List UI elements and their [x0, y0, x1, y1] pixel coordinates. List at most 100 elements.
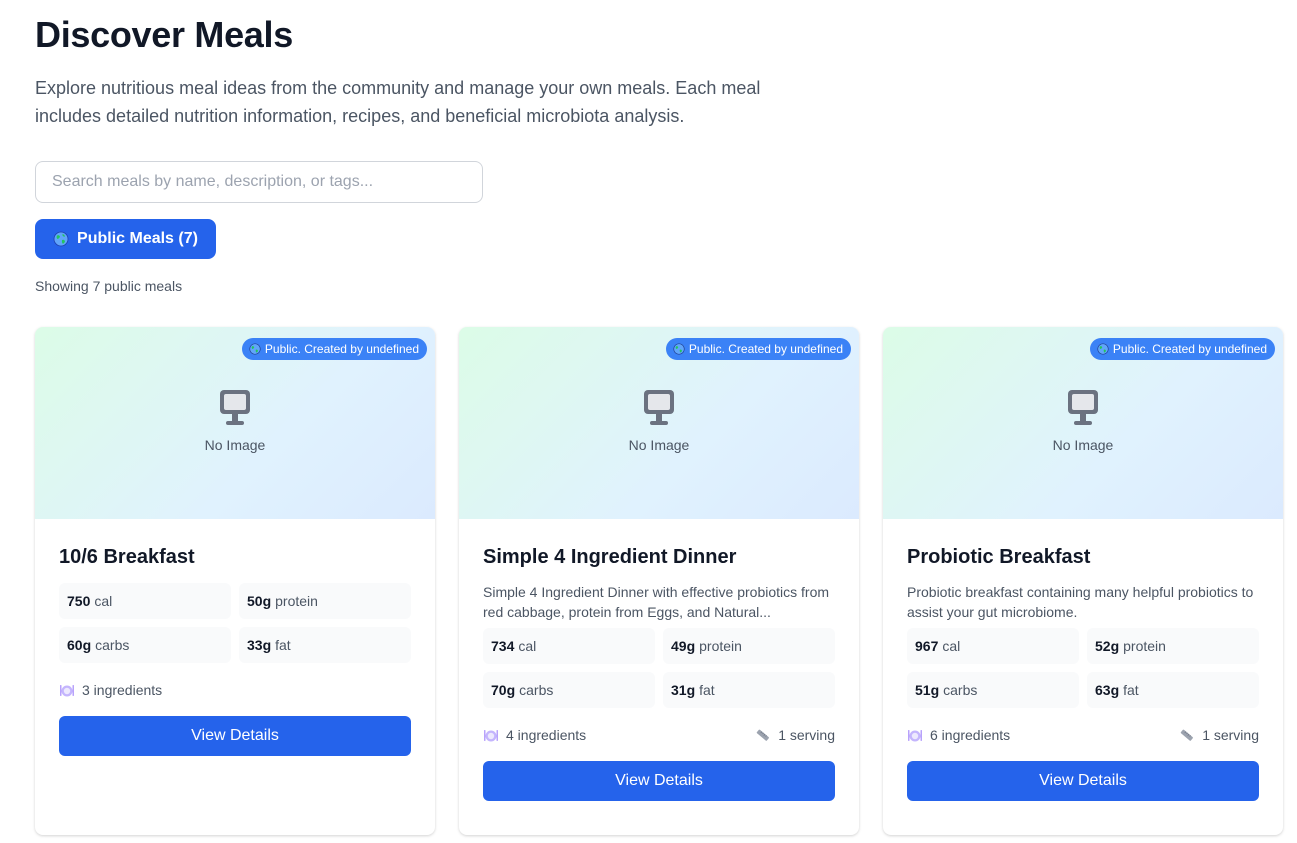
discover-meals-page: Discover Meals Explore nutritious meal i… — [0, 0, 1297, 843]
monitor-icon — [217, 388, 253, 428]
no-image-label: No Image — [204, 437, 266, 453]
public-badge: Public. Created by undefined — [665, 338, 851, 360]
page-title: Discover Meals — [35, 14, 293, 55]
globe-icon — [249, 343, 261, 355]
ingredients-count-label: 3 ingredients — [82, 682, 163, 698]
meal-image-placeholder: Public. Created by undefined No Image — [35, 327, 435, 519]
no-image-label: No Image — [628, 437, 690, 453]
ingredients-count-label: 6 ingredients — [930, 727, 1011, 743]
nutrition-grid: 967 cal 52g protein 51g carbs 63g fat — [907, 628, 1259, 708]
search-input[interactable] — [35, 161, 483, 203]
view-details-button[interactable]: View Details — [907, 761, 1259, 801]
view-details-button[interactable]: View Details — [59, 716, 411, 756]
ingredients-count: 4 ingredients — [483, 727, 586, 743]
public-badge: Public. Created by undefined — [241, 338, 427, 360]
protein-value: 49g — [671, 638, 696, 654]
calories-unit: cal — [942, 638, 961, 654]
calories-value: 734 — [491, 638, 515, 654]
meal-card: Public. Created by undefined No Image Si… — [459, 327, 859, 835]
ruler-icon — [1179, 727, 1195, 743]
servings-count-label: 1 serving — [1202, 727, 1259, 743]
nutrition-grid: 750 cal 50g protein 60g carbs 33g fat — [59, 583, 411, 663]
meal-image-placeholder: Public. Created by undefined No Image — [459, 327, 859, 519]
page-intro: Explore nutritious meal ideas from the c… — [35, 78, 761, 126]
ruler-icon — [755, 727, 771, 743]
meal-description: Probiotic breakfast containing many help… — [907, 584, 1254, 620]
meal-card-body: 10/6 Breakfast 750 cal 50g protein 60g c… — [35, 519, 435, 756]
protein-value: 50g — [247, 593, 272, 609]
fat-unit: fat — [699, 682, 715, 698]
ingredients-count: 6 ingredients — [907, 727, 1010, 743]
view-details-button[interactable]: View Details — [483, 761, 835, 801]
globe-icon — [1097, 343, 1109, 355]
no-image-label: No Image — [1052, 437, 1114, 453]
globe-icon — [53, 231, 69, 247]
no-image-block: No Image — [459, 388, 859, 453]
plate-icon — [907, 727, 923, 743]
carbs-stat: 51g carbs — [907, 672, 1079, 708]
nutrition-grid: 734 cal 49g protein 70g carbs 31g fat — [483, 628, 835, 708]
meal-card: Public. Created by undefined No Image Pr… — [883, 327, 1283, 835]
no-image-block: No Image — [883, 388, 1283, 453]
servings-count: 1 serving — [755, 727, 835, 743]
fat-stat: 63g fat — [1087, 672, 1259, 708]
meal-description: Simple 4 Ingredient Dinner with effectiv… — [483, 584, 830, 620]
fat-stat: 33g fat — [239, 627, 411, 663]
protein-stat: 49g protein — [663, 628, 835, 664]
meal-card-body: Simple 4 Ingredient Dinner Simple 4 Ingr… — [459, 519, 859, 801]
meal-meta: 4 ingredients 1 serving — [483, 726, 835, 744]
plate-icon — [59, 682, 75, 698]
protein-stat: 50g protein — [239, 583, 411, 619]
public-badge-label: Public. Created by undefined — [264, 342, 419, 356]
carbs-value: 60g — [67, 637, 92, 653]
servings-count-label: 1 serving — [778, 727, 835, 743]
servings-count: 1 serving — [1179, 727, 1259, 743]
calories-stat: 750 cal — [59, 583, 231, 619]
calories-value: 967 — [915, 638, 939, 654]
public-badge-label: Public. Created by undefined — [1112, 342, 1267, 356]
protein-value: 52g — [1095, 638, 1120, 654]
protein-stat: 52g protein — [1087, 628, 1259, 664]
fat-stat: 31g fat — [663, 672, 835, 708]
fat-value: 33g — [247, 637, 272, 653]
fat-value: 31g — [671, 682, 696, 698]
ingredients-count-label: 4 ingredients — [506, 727, 587, 743]
plate-icon — [483, 727, 499, 743]
carbs-stat: 70g carbs — [483, 672, 655, 708]
public-meals-filter-label: Public Meals (7) — [77, 230, 198, 247]
carbs-stat: 60g carbs — [59, 627, 231, 663]
meal-title: 10/6 Breakfast — [59, 546, 195, 568]
calories-stat: 967 cal — [907, 628, 1079, 664]
meal-title: Probiotic Breakfast — [907, 546, 1091, 568]
carbs-unit: carbs — [95, 637, 130, 653]
protein-unit: protein — [1123, 638, 1166, 654]
protein-unit: protein — [699, 638, 742, 654]
calories-unit: cal — [518, 638, 537, 654]
ingredients-count: 3 ingredients — [59, 682, 162, 698]
public-badge-label: Public. Created by undefined — [688, 342, 843, 356]
carbs-unit: carbs — [943, 682, 978, 698]
protein-unit: protein — [275, 593, 318, 609]
calories-stat: 734 cal — [483, 628, 655, 664]
calories-value: 750 — [67, 593, 91, 609]
public-meals-filter-button[interactable]: Public Meals (7) — [35, 219, 216, 259]
public-badge: Public. Created by undefined — [1089, 338, 1275, 360]
meal-image-placeholder: Public. Created by undefined No Image — [883, 327, 1283, 519]
globe-icon — [673, 343, 685, 355]
results-count: Showing 7 public meals — [35, 278, 183, 294]
carbs-unit: carbs — [519, 682, 554, 698]
meal-meta: 3 ingredients — [59, 681, 411, 699]
meal-card-body: Probiotic Breakfast Probiotic breakfast … — [883, 519, 1283, 801]
fat-unit: fat — [1123, 682, 1139, 698]
carbs-value: 70g — [491, 682, 516, 698]
monitor-icon — [1065, 388, 1101, 428]
fat-value: 63g — [1095, 682, 1120, 698]
no-image-block: No Image — [35, 388, 435, 453]
meal-meta: 6 ingredients 1 serving — [907, 726, 1259, 744]
carbs-value: 51g — [915, 682, 940, 698]
meal-title: Simple 4 Ingredient Dinner — [483, 546, 737, 568]
calories-unit: cal — [94, 593, 113, 609]
fat-unit: fat — [275, 637, 291, 653]
meal-card: Public. Created by undefined No Image 10… — [35, 327, 435, 835]
monitor-icon — [641, 388, 677, 428]
